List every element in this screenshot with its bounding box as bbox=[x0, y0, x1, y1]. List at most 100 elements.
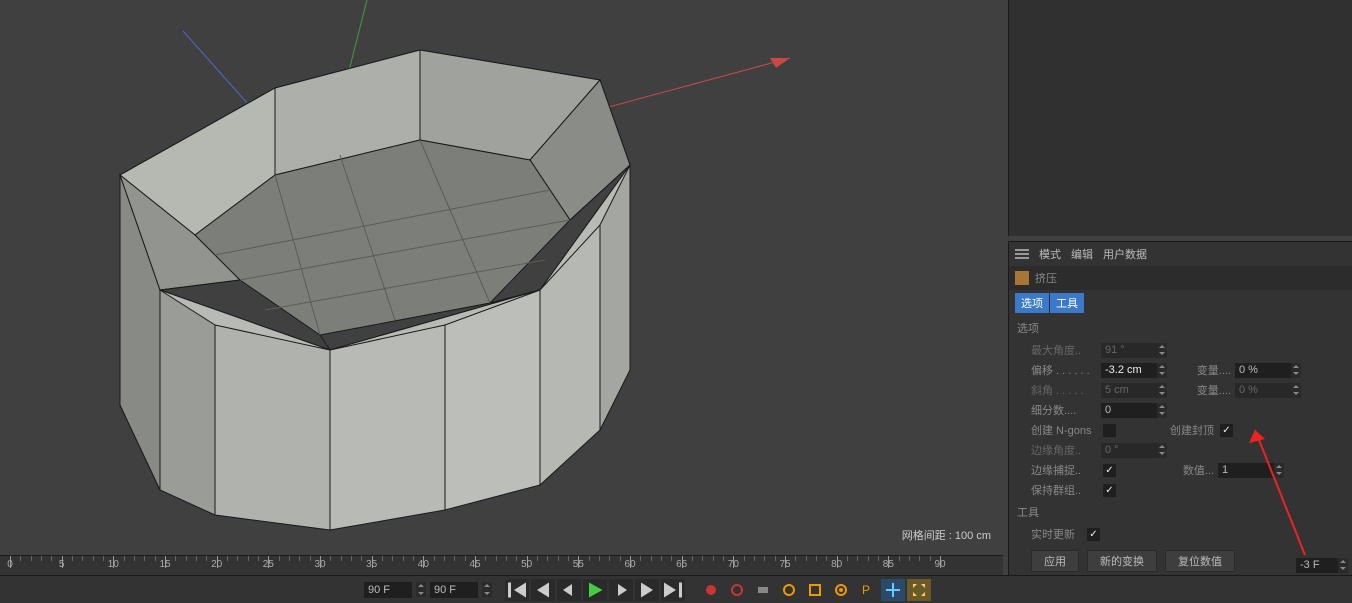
tick-label: 0 bbox=[7, 559, 13, 570]
tick-label: 15 bbox=[159, 559, 170, 570]
label-count: 数值... bbox=[1130, 462, 1214, 478]
spinner-subdiv[interactable] bbox=[1157, 403, 1167, 418]
input-bevel[interactable] bbox=[1101, 383, 1157, 398]
goto-end-button[interactable] bbox=[661, 579, 685, 601]
label-realtime: 实时更新 bbox=[1031, 526, 1081, 542]
pos-key-button[interactable] bbox=[777, 579, 801, 601]
current-frame-field bbox=[1296, 555, 1352, 575]
playback-bar: P bbox=[0, 575, 1352, 603]
tab-options[interactable]: 选项 bbox=[1015, 293, 1049, 313]
row-ngons: 创建 N-gons 创建封顶 bbox=[1009, 420, 1352, 440]
row-keep-groups: 保持群组.. bbox=[1009, 480, 1352, 500]
tick-label: 90 bbox=[934, 559, 945, 570]
checkbox-ngons[interactable] bbox=[1103, 424, 1116, 437]
spinner-frame-end[interactable] bbox=[482, 582, 492, 597]
spinner-bevel-var[interactable] bbox=[1291, 383, 1301, 398]
section-tool: 工具 bbox=[1009, 500, 1352, 524]
goto-start-button[interactable] bbox=[505, 579, 529, 601]
spinner-current-frame[interactable] bbox=[1338, 558, 1348, 573]
menu-mode[interactable]: 模式 bbox=[1039, 246, 1061, 262]
tick-label: 75 bbox=[779, 559, 790, 570]
input-max-angle[interactable] bbox=[1101, 343, 1157, 358]
input-offset[interactable] bbox=[1101, 363, 1157, 378]
tick-label: 55 bbox=[573, 559, 584, 570]
object-manager-panel[interactable] bbox=[1008, 0, 1352, 236]
label-offset: 偏移 . . . . . . bbox=[1031, 362, 1097, 378]
checkbox-edge-snap[interactable] bbox=[1103, 464, 1116, 477]
prev-key-button[interactable] bbox=[531, 579, 555, 601]
row-realtime: 实时更新 bbox=[1009, 524, 1352, 544]
new-transform-button[interactable]: 新的变换 bbox=[1087, 550, 1157, 572]
checkbox-keep-groups[interactable] bbox=[1103, 484, 1116, 497]
row-edge-snap: 边缘捕捉.. 数值... bbox=[1009, 460, 1352, 480]
frame-start-input[interactable] bbox=[364, 582, 412, 598]
tick-label: 10 bbox=[108, 559, 119, 570]
attribute-panel: 模式 编辑 用户数据 挤压 选项 工具 选项 最大角度.. 偏移 . . . .… bbox=[1008, 241, 1352, 603]
record-button[interactable] bbox=[699, 579, 723, 601]
row-offset: 偏移 . . . . . . 变量.... bbox=[1009, 360, 1352, 380]
label-edge-angle: 边缘角度.. bbox=[1031, 442, 1097, 458]
input-edge-angle[interactable] bbox=[1101, 443, 1157, 458]
autokey-button[interactable] bbox=[725, 579, 749, 601]
input-bevel-var[interactable] bbox=[1235, 383, 1291, 398]
tick-label: 60 bbox=[624, 559, 635, 570]
spinner-max-angle[interactable] bbox=[1157, 343, 1167, 358]
rot-key-button[interactable] bbox=[829, 579, 853, 601]
tool-title-row: 挤压 bbox=[1009, 266, 1352, 290]
checkbox-cap[interactable] bbox=[1220, 424, 1233, 437]
label-max-angle: 最大角度.. bbox=[1031, 342, 1097, 358]
tick-label: 85 bbox=[883, 559, 894, 570]
checkbox-realtime[interactable] bbox=[1087, 528, 1100, 541]
tick-label: 25 bbox=[263, 559, 274, 570]
extrude-icon bbox=[1015, 271, 1029, 285]
tick-label: 5 bbox=[59, 559, 65, 570]
timeline-ruler[interactable]: 051015202530354045505560657075808590 bbox=[0, 556, 1003, 576]
scale-key-button[interactable] bbox=[803, 579, 827, 601]
tabs: 选项 工具 bbox=[1009, 290, 1352, 316]
hamburger-icon[interactable] bbox=[1015, 249, 1029, 259]
expand-button[interactable] bbox=[907, 579, 931, 601]
key-mode-button[interactable] bbox=[751, 579, 775, 601]
tick-label: 50 bbox=[521, 559, 532, 570]
spinner-count[interactable] bbox=[1274, 463, 1284, 478]
label-offset-var: 变量.... bbox=[1181, 362, 1231, 378]
frame-end-input[interactable] bbox=[430, 582, 478, 598]
tick-label: 80 bbox=[831, 559, 842, 570]
viewport-content bbox=[0, 0, 1003, 555]
viewport-3d[interactable]: 网格间距 : 100 cm bbox=[0, 0, 1003, 555]
move-tool-button[interactable] bbox=[881, 579, 905, 601]
input-offset-var[interactable] bbox=[1235, 363, 1291, 378]
tick-label: 70 bbox=[728, 559, 739, 570]
section-options: 选项 bbox=[1009, 316, 1352, 340]
prev-frame-button[interactable] bbox=[557, 579, 581, 601]
reset-button[interactable]: 复位数值 bbox=[1165, 550, 1235, 572]
spinner-frame-start[interactable] bbox=[416, 582, 426, 597]
tick-label: 45 bbox=[469, 559, 480, 570]
tick-label: 30 bbox=[314, 559, 325, 570]
spinner-edge-angle[interactable] bbox=[1157, 443, 1167, 458]
input-subdiv[interactable] bbox=[1101, 403, 1157, 418]
spinner-offset-var[interactable] bbox=[1291, 363, 1301, 378]
next-frame-button[interactable] bbox=[609, 579, 633, 601]
label-bevel: 斜角 . . . . . bbox=[1031, 382, 1097, 398]
label-ngons: 创建 N-gons bbox=[1031, 422, 1097, 438]
grid-spacing-label: 网格间距 : 100 cm bbox=[902, 527, 991, 543]
spinner-offset[interactable] bbox=[1157, 363, 1167, 378]
input-count[interactable] bbox=[1218, 463, 1274, 478]
param-key-button[interactable]: P bbox=[855, 579, 879, 601]
input-current-frame[interactable] bbox=[1296, 558, 1338, 573]
tick-label: 65 bbox=[676, 559, 687, 570]
label-edge-snap: 边缘捕捉.. bbox=[1031, 462, 1097, 478]
next-key-button[interactable] bbox=[635, 579, 659, 601]
attr-menu-bar: 模式 编辑 用户数据 bbox=[1009, 242, 1352, 266]
apply-button[interactable]: 应用 bbox=[1031, 550, 1079, 572]
label-keep-groups: 保持群组.. bbox=[1031, 482, 1097, 498]
tab-tool[interactable]: 工具 bbox=[1050, 293, 1084, 313]
row-subdiv: 细分数.... bbox=[1009, 400, 1352, 420]
spinner-bevel[interactable] bbox=[1157, 383, 1167, 398]
menu-edit[interactable]: 编辑 bbox=[1071, 246, 1093, 262]
label-subdiv: 细分数.... bbox=[1031, 402, 1097, 418]
tool-name: 挤压 bbox=[1035, 270, 1057, 286]
menu-user-data[interactable]: 用户数据 bbox=[1103, 246, 1147, 262]
play-button[interactable] bbox=[583, 579, 607, 601]
